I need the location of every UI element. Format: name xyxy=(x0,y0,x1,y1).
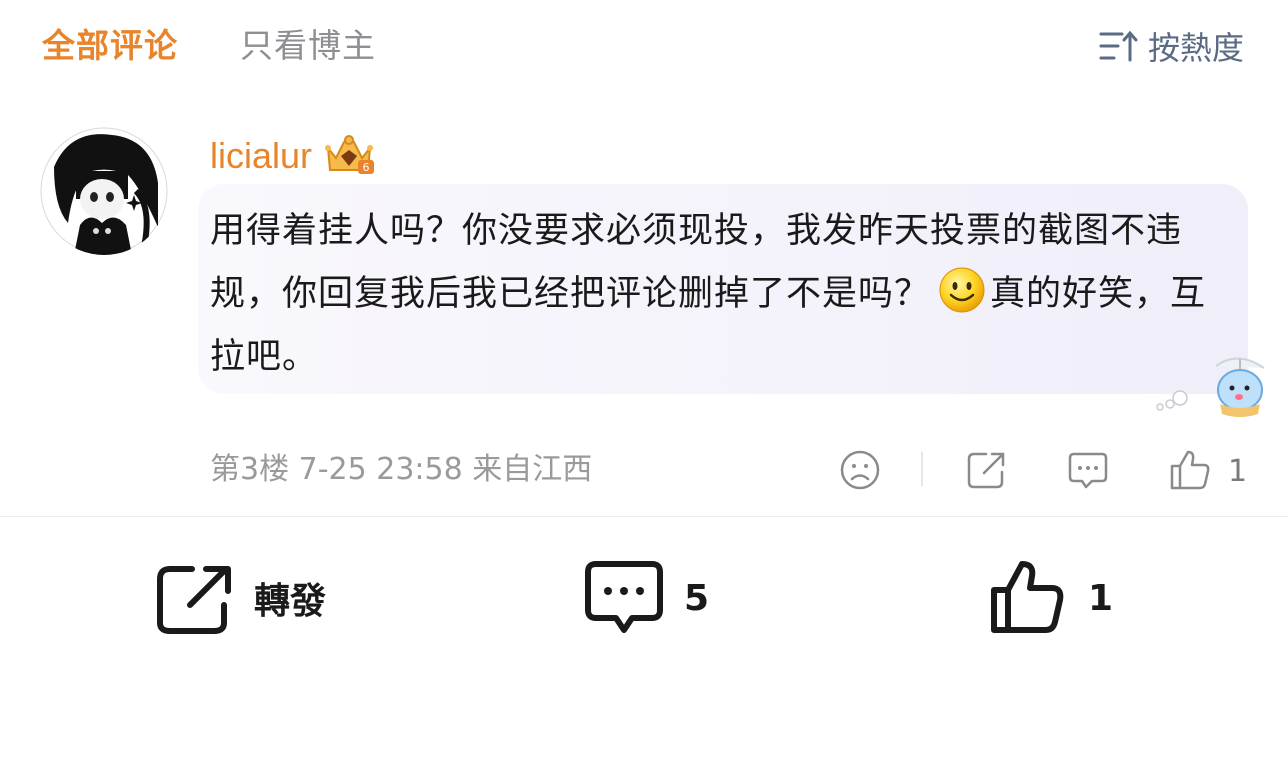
crown-badge-icon: 6 xyxy=(325,135,375,174)
sort-icon xyxy=(1099,30,1138,62)
mascot-sticker-icon xyxy=(1156,357,1265,417)
repost-icon xyxy=(157,566,231,634)
share-icon xyxy=(967,452,1005,489)
comment-like-count: 1 xyxy=(1228,454,1248,489)
comment-count: 5 xyxy=(684,577,710,619)
comment-button[interactable]: 5 xyxy=(584,560,709,636)
floor-number: 第3楼 xyxy=(210,452,290,487)
repost-label: 轉發 xyxy=(254,581,327,622)
dislike-button[interactable] xyxy=(838,446,882,494)
comment-meta: 第3楼 7-25 23:58 来自江西 xyxy=(210,448,592,492)
like-button[interactable]: 1 xyxy=(990,560,1113,636)
frown-face-icon xyxy=(840,450,880,490)
comment-body[interactable]: 用得着挂人吗？你没要求必须现投，我发昨天投票的截图不违规，你回复我后我已经把评论… xyxy=(210,200,1210,389)
badge-level: 6 xyxy=(363,161,370,174)
comment-time: 7-25 23:58 xyxy=(298,452,463,487)
comment-icon xyxy=(585,561,663,633)
tab-only-author[interactable]: 只看博主 xyxy=(240,24,376,68)
comment-tabs: 全部评论 只看博主 按熱度 xyxy=(0,0,1288,95)
action-divider xyxy=(921,452,923,486)
username[interactable]: licialur xyxy=(210,135,312,177)
repost-button[interactable]: 轉發 xyxy=(156,560,326,636)
sort-label: 按熱度 xyxy=(1147,29,1244,67)
like-count: 1 xyxy=(1088,577,1114,619)
comment-header: licialur 6 xyxy=(210,132,378,180)
comment-location: 来自江西 xyxy=(472,452,593,487)
thumbs-up-icon xyxy=(1170,450,1210,490)
smiley-emoji-icon xyxy=(939,267,985,313)
sort-by-hot-button[interactable]: 按熱度 xyxy=(1098,24,1244,68)
reply-comment-button[interactable] xyxy=(1066,446,1110,494)
comment-bubble-icon xyxy=(1068,452,1108,489)
thumbs-up-icon xyxy=(991,561,1064,633)
like-comment-button[interactable] xyxy=(1168,446,1212,494)
share-comment-button[interactable] xyxy=(964,446,1008,494)
divider xyxy=(0,516,1288,517)
tab-all-comments[interactable]: 全部评论 xyxy=(42,24,178,68)
avatar[interactable] xyxy=(40,127,168,255)
